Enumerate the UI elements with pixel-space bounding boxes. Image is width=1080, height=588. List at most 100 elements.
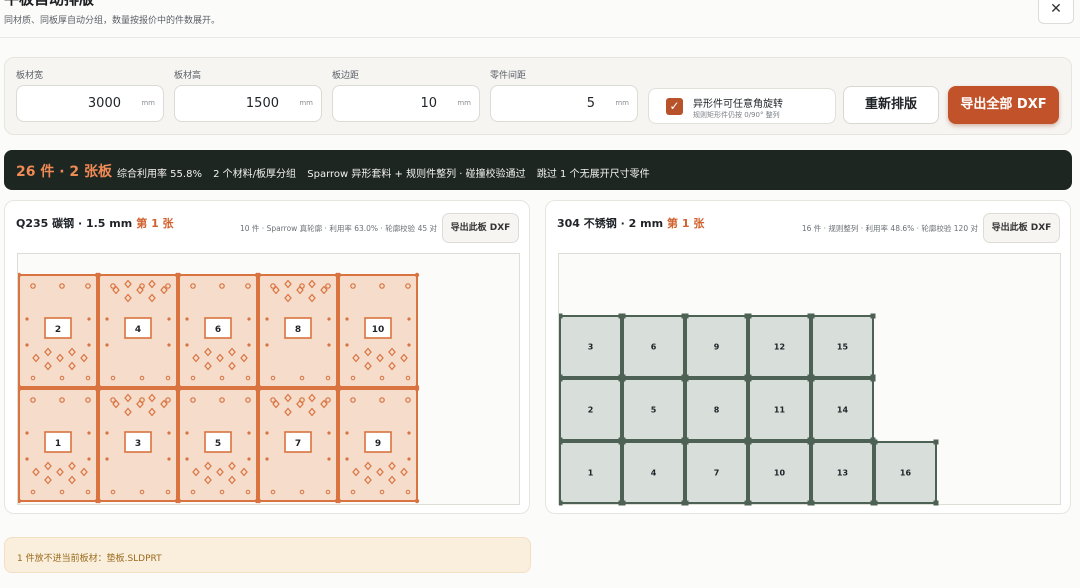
nested-part: 2 xyxy=(559,376,624,443)
nested-part: 14 xyxy=(809,376,876,443)
free-rotation-hint: 规则矩形件仍按 0/90° 整列 xyxy=(693,111,780,119)
part-label: 8 xyxy=(295,325,301,335)
nesting-layout-q235: 2 4 6 8 10 1 3 5 7 9 xyxy=(18,272,420,504)
nested-part: 9 xyxy=(336,386,420,504)
sheet-material: Q235 碳钢 · 1.5 mm xyxy=(16,217,133,230)
sheet-margin-label: 板边距 xyxy=(332,71,360,81)
sheet-height-field: 板材高 1500 mm xyxy=(174,68,322,122)
nested-part: 7 xyxy=(683,439,750,506)
sheet-width-unit: mm xyxy=(141,99,155,107)
part-label: 11 xyxy=(774,406,786,415)
part-spacing-value: 5 xyxy=(586,96,595,111)
part-label: 2 xyxy=(55,325,61,335)
part-label: 13 xyxy=(837,469,848,478)
summary-method: Sparrow 异形套料 + 规则件整列 · 碰撞校验通过 xyxy=(307,169,526,180)
nested-part: 16 xyxy=(872,439,939,506)
dialog-title: 平板自动排版 xyxy=(4,0,94,8)
part-spacing-unit: mm xyxy=(615,99,629,107)
sheet-height-input[interactable]: 1500 mm xyxy=(174,85,322,122)
warning-text: 1 件放不进当前板材：垫板.SLDPRT xyxy=(17,554,162,564)
part-label: 6 xyxy=(651,343,657,352)
close-button[interactable]: ✕ xyxy=(1038,0,1074,24)
nested-part: 10 xyxy=(336,272,420,390)
free-rotation-checkbox[interactable]: ✓ xyxy=(666,98,683,115)
nested-part: 8 xyxy=(256,272,340,390)
nested-part: 11 xyxy=(746,376,813,443)
part-label: 5 xyxy=(651,406,657,415)
part-label: 12 xyxy=(774,343,785,352)
nesting-summary-bar: 26 件 · 2 张板 综合利用率 55.8% 2 个材料/板厚分组 Sparr… xyxy=(4,150,1072,190)
check-icon: ✓ xyxy=(669,99,680,113)
nested-part: 4 xyxy=(620,439,687,506)
dialog-header: 平板自动排版 同材质、同板厚自动分组，数量按报价中的件数展开。 xyxy=(0,0,1080,38)
part-label: 16 xyxy=(900,469,912,478)
sheet-margin-input[interactable]: 10 mm xyxy=(332,85,480,122)
nested-part: 6 xyxy=(620,313,687,380)
sheet-title: Q235 碳钢 · 1.5 mm 第 1 张 xyxy=(16,215,174,231)
sheet-margin-value: 10 xyxy=(420,96,437,111)
nesting-layout-304: 3 6 9 12 152 5 8 11 141 4 7 10 13 16 xyxy=(559,313,939,506)
part-label: 9 xyxy=(375,439,381,449)
summary-groups: 2 个材料/板厚分组 xyxy=(213,169,297,180)
layout-config-panel: 板材宽 3000 mm 板材高 1500 mm 板边距 10 mm 零件间距 5… xyxy=(4,57,1072,135)
summary-skipped: 跳过 1 个无展开尺寸零件 xyxy=(536,169,650,180)
sheet-margin-field: 板边距 10 mm xyxy=(332,68,480,122)
sheet-number: 第 1 张 xyxy=(667,217,705,230)
nested-part: 5 xyxy=(176,386,260,504)
part-label: 6 xyxy=(215,325,221,335)
sheet-height-value: 1500 xyxy=(245,96,279,111)
sheet-material: 304 不锈钢 · 2 mm xyxy=(557,217,664,230)
part-label: 10 xyxy=(774,469,786,478)
free-rotation-option[interactable]: ✓ 异形件可任意角旋转 规则矩形件仍按 0/90° 整列 xyxy=(648,88,836,124)
nested-part: 5 xyxy=(620,376,687,443)
export-sheet-dxf-button[interactable]: 导出此板 DXF xyxy=(442,213,519,243)
sheet-width-field: 板材宽 3000 mm xyxy=(16,68,164,122)
part-label: 10 xyxy=(372,325,385,335)
nested-part: 3 xyxy=(96,386,180,504)
nested-part: 10 xyxy=(746,439,813,506)
sheet-number: 第 1 张 xyxy=(136,217,174,230)
part-label: 7 xyxy=(714,469,720,478)
sheet-width-value: 3000 xyxy=(87,96,121,111)
export-all-dxf-button[interactable]: 导出全部 DXF xyxy=(948,86,1059,124)
part-label: 2 xyxy=(588,406,594,415)
part-label: 5 xyxy=(215,439,221,449)
sheet-title: 304 不锈钢 · 2 mm 第 1 张 xyxy=(557,215,704,231)
sheet-width-label: 板材宽 xyxy=(16,71,44,81)
part-label: 3 xyxy=(135,439,141,449)
sheet-height-unit: mm xyxy=(299,99,313,107)
free-rotation-label: 异形件可任意角旋转 xyxy=(693,99,783,110)
sheet-panel-q235: Q235 碳钢 · 1.5 mm 第 1 张 10 件 · Sparrow 真轮廓… xyxy=(4,200,530,514)
dialog-subtitle: 同材质、同板厚自动分组，数量按报价中的件数展开。 xyxy=(4,16,221,26)
summary-totals: 26 件 · 2 张板 xyxy=(16,164,113,180)
part-label: 14 xyxy=(837,406,849,415)
summary-utilization: 综合利用率 55.8% xyxy=(117,169,202,180)
part-spacing-input[interactable]: 5 mm xyxy=(490,85,638,122)
next-section-peek xyxy=(0,582,1080,588)
summary-stats: 综合利用率 55.8% 2 个材料/板厚分组 Sparrow 异形套料 + 规则… xyxy=(117,165,658,180)
relayout-button[interactable]: 重新排版 xyxy=(843,86,939,124)
nested-part: 7 xyxy=(256,386,340,504)
nested-part: 2 xyxy=(18,272,100,390)
nested-part: 1 xyxy=(559,439,624,506)
nested-part: 15 xyxy=(809,313,876,380)
close-icon: ✕ xyxy=(1050,1,1062,17)
sheet-margin-unit: mm xyxy=(457,99,471,107)
nested-part: 3 xyxy=(559,313,624,380)
nesting-canvas: 2 4 6 8 10 1 3 5 7 9 xyxy=(17,253,520,505)
nested-part: 12 xyxy=(746,313,813,380)
part-spacing-field: 零件间距 5 mm xyxy=(490,68,638,122)
nested-part: 13 xyxy=(809,439,876,506)
part-label: 15 xyxy=(837,343,849,352)
export-sheet-dxf-button[interactable]: 导出此板 DXF xyxy=(983,213,1060,243)
part-label: 4 xyxy=(135,325,141,335)
sheet-height-label: 板材高 xyxy=(174,71,202,81)
part-spacing-label: 零件间距 xyxy=(490,71,527,81)
nested-part: 6 xyxy=(176,272,260,390)
sheet-meta: 10 件 · Sparrow 真轮廓 · 利用率 63.0% · 轮廓校验 45… xyxy=(240,224,437,233)
part-label: 3 xyxy=(588,343,594,352)
sheet-panel-304: 304 不锈钢 · 2 mm 第 1 张 16 件 · 规则整列 · 利用率 48… xyxy=(545,200,1071,514)
sheet-width-input[interactable]: 3000 mm xyxy=(16,85,164,122)
sheet-meta: 16 件 · 规则整列 · 利用率 48.6% · 轮廓校验 120 对 xyxy=(801,224,978,233)
nested-part: 1 xyxy=(18,386,100,504)
